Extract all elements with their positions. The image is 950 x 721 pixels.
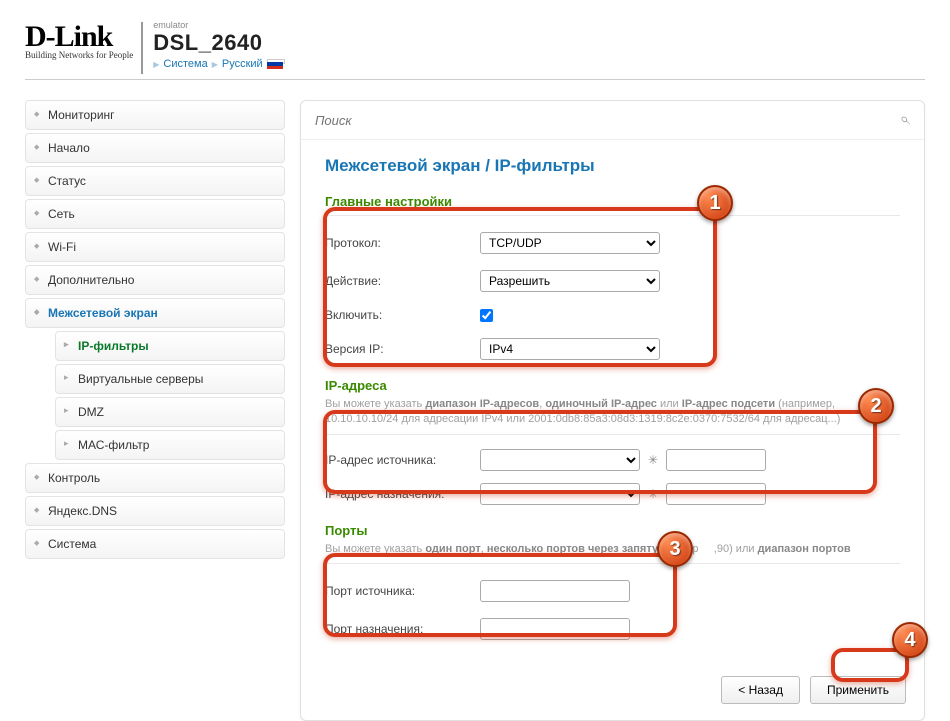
sidebar-item-firewall[interactable]: Межсетевой экран xyxy=(25,298,285,328)
dst-port-label: Порт назначения: xyxy=(325,622,480,636)
sidebar: Мониторинг Начало Статус Сеть Wi-Fi Допо… xyxy=(25,100,285,721)
ipver-select[interactable]: IPv4 xyxy=(480,338,660,360)
dst-port-input[interactable] xyxy=(480,618,630,640)
chevron-right-icon: ▶ xyxy=(153,60,159,69)
src-ip-label: IP-адрес источника: xyxy=(325,453,480,467)
sidebar-item-mac-filter[interactable]: МАС-фильтр xyxy=(55,430,285,460)
sidebar-item-yandex-dns[interactable]: Яндекс.DNS xyxy=(25,496,285,526)
emulator-label: emulator xyxy=(153,20,282,30)
section-divider xyxy=(325,215,900,216)
header: D-Link Building Networks for People emul… xyxy=(25,20,925,80)
dst-ip-combo[interactable] xyxy=(480,483,640,505)
src-port-label: Порт источника: xyxy=(325,584,480,598)
sidebar-item-ip-filters[interactable]: IP-фильтры xyxy=(55,331,285,361)
menu-system[interactable]: Система xyxy=(163,58,207,70)
dst-ip-extra[interactable] xyxy=(666,483,766,505)
protocol-label: Протокол: xyxy=(325,236,480,250)
section-divider xyxy=(325,563,900,564)
action-label: Действие: xyxy=(325,274,480,288)
breadcrumb: Межсетевой экран / IP-фильтры xyxy=(325,156,900,176)
schedule-icon[interactable]: ✳ xyxy=(648,487,658,501)
chevron-right-icon: ▶ xyxy=(212,60,218,69)
protocol-select[interactable]: TCP/UDP xyxy=(480,232,660,254)
src-port-input[interactable] xyxy=(480,580,630,602)
menu-language[interactable]: Русский xyxy=(222,58,263,70)
sidebar-item-dmz[interactable]: DMZ xyxy=(55,397,285,427)
sidebar-item-wifi[interactable]: Wi-Fi xyxy=(25,232,285,262)
src-ip-combo[interactable] xyxy=(480,449,640,471)
search-bar: ⌕ xyxy=(301,101,924,140)
search-icon[interactable]: ⌕ xyxy=(901,111,910,129)
sidebar-item-network[interactable]: Сеть xyxy=(25,199,285,229)
section-ports-hint: Вы можете указать один порт, несколько п… xyxy=(325,542,900,557)
apply-button[interactable]: Применить xyxy=(810,676,906,704)
action-select[interactable]: Разрешить xyxy=(480,270,660,292)
enable-label: Включить: xyxy=(325,308,480,322)
dst-ip-label: IP-адрес назначения: xyxy=(325,487,480,501)
enable-checkbox[interactable] xyxy=(480,309,493,322)
schedule-icon[interactable]: ✳ xyxy=(648,453,658,467)
logo-brand: D-Link xyxy=(25,20,133,54)
logo: D-Link Building Networks for People xyxy=(25,20,133,60)
back-button[interactable]: < Назад xyxy=(721,676,800,704)
sidebar-item-status[interactable]: Статус xyxy=(25,166,285,196)
ipver-label: Версия IP: xyxy=(325,342,480,356)
logo-tagline: Building Networks for People xyxy=(25,50,133,60)
sidebar-item-virtual-servers[interactable]: Виртуальные серверы xyxy=(55,364,285,394)
sidebar-item-advanced[interactable]: Дополнительно xyxy=(25,265,285,295)
sidebar-item-monitoring[interactable]: Мониторинг xyxy=(25,100,285,130)
sidebar-item-start[interactable]: Начало xyxy=(25,133,285,163)
flag-russia-icon xyxy=(267,59,283,69)
main-panel: ⌕ Межсетевой экран / IP-фильтры Главные … xyxy=(300,100,925,721)
model-block: emulator DSL_2640 ▶ Система ▶ Русский xyxy=(153,20,282,70)
section-addr-title: IP-адреса xyxy=(325,378,900,393)
section-divider xyxy=(325,434,900,435)
section-addr-hint: Вы можете указать диапазон IP-адресов, о… xyxy=(325,397,900,428)
model-name: DSL_2640 xyxy=(153,30,282,56)
search-input[interactable] xyxy=(315,113,901,128)
logo-divider xyxy=(141,22,143,74)
src-ip-extra[interactable] xyxy=(666,449,766,471)
sidebar-item-system[interactable]: Система xyxy=(25,529,285,559)
sidebar-item-control[interactable]: Контроль xyxy=(25,463,285,493)
section-ports-title: Порты xyxy=(325,523,900,538)
section-main-title: Главные настройки xyxy=(325,194,900,209)
